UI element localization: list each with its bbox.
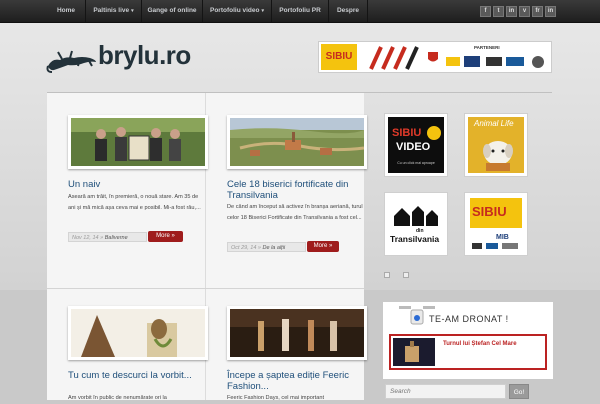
dronat-title: TE-AM DRONAT !	[429, 314, 509, 324]
post-title[interactable]: Începe a șaptea ediție Feeric Fashion...	[227, 370, 361, 392]
video-thumbnail	[393, 338, 435, 366]
nav-item-portofoliu-video[interactable]: Portofoliu video ▾	[203, 0, 272, 22]
dronat-link[interactable]: Turnul lui Ștefan Cel Mare	[443, 340, 535, 348]
twitter-icon[interactable]: t	[493, 6, 504, 17]
church-icon	[394, 206, 438, 226]
partners-banner[interactable]: SIBIU PARTENERI	[318, 41, 552, 73]
puppy-icon	[483, 141, 513, 171]
slider-dot[interactable]	[403, 272, 409, 278]
nav-item-despre[interactable]: Despre	[329, 0, 368, 22]
post-thumbnail[interactable]	[68, 115, 208, 169]
post-excerpt: Aseară am trăit, în premieră, o nouă sta…	[68, 194, 201, 211]
chevron-down-icon: ▾	[131, 8, 134, 14]
illustration-podium	[71, 309, 205, 357]
sibiu-logo: SIBIU	[321, 44, 357, 70]
tile-line1: SIBIU	[392, 127, 422, 139]
site-logo[interactable]: brylu.ro	[98, 40, 191, 71]
post-date: Nov 12, 14	[72, 235, 99, 241]
sidebar-ad-transilvania[interactable]: din Transilvania	[384, 192, 448, 256]
post-title[interactable]: Un naiv	[68, 179, 202, 190]
gecko-icon[interactable]	[46, 44, 98, 74]
post-excerpt: Feeric Fashion Days, cel mai important	[227, 395, 324, 401]
top-nav: Home Paltinis live ▾ Gange of online Port…	[0, 0, 600, 23]
post-category[interactable]: Baliverne	[105, 235, 128, 241]
post-title[interactable]: Cele 18 biserici fortificate din Transil…	[227, 179, 361, 201]
chevron-down-icon: ▾	[261, 8, 264, 14]
sidebar-ad-sibiu-video[interactable]: SIBIU VIDEO Cu un click mai aproape	[384, 113, 448, 177]
nav-item-paltinis-live[interactable]: Paltinis live ▾	[86, 0, 142, 22]
nav-item-gange-of-online[interactable]: Gange of online	[142, 0, 203, 22]
photo-fashion-show	[230, 309, 364, 357]
post-thumbnail[interactable]	[68, 306, 208, 360]
tile-line2: Transilvania	[390, 234, 440, 244]
row-divider	[47, 288, 364, 289]
search-input[interactable]	[385, 384, 506, 399]
slash-logo-icon	[369, 46, 419, 70]
sun-icon	[427, 126, 441, 140]
tile-line1: Animal Life	[474, 119, 514, 128]
partner-logos	[446, 56, 544, 68]
linkedin-icon[interactable]: in	[506, 6, 517, 17]
post-thumbnail[interactable]	[227, 115, 367, 169]
crest-icon	[428, 52, 438, 62]
post-excerpt: De când am început să activez în branșa …	[227, 204, 363, 221]
tile-line2: VIDEO	[396, 141, 431, 153]
nav-item-home[interactable]: Home	[47, 0, 86, 22]
slider-dot[interactable]	[384, 272, 390, 278]
search-button[interactable]: Go!	[509, 384, 529, 399]
dronat-item[interactable]: Turnul lui Ștefan Cel Mare	[389, 334, 547, 370]
tile-caption: Cu un click mai aproape	[397, 161, 435, 165]
facebook-icon[interactable]: f	[480, 6, 491, 17]
post-meta: Nov 12, 14 » Baliverne	[68, 232, 147, 242]
post-meta: Oct 29, 14 » De la alții	[227, 242, 306, 252]
vimeo-icon[interactable]: v	[519, 6, 530, 17]
post-category[interactable]: De la alții	[263, 245, 286, 251]
more-button[interactable]: More »	[148, 231, 183, 242]
dronat-widget: TE-AM DRONAT ! Turnul lui Ștefan Cel Mar…	[383, 302, 553, 379]
photo-group-of-men	[71, 118, 205, 166]
more-button[interactable]: More »	[307, 241, 339, 252]
linkedin-icon-2[interactable]: in	[545, 6, 556, 17]
nav-item-portofoliu-pr[interactable]: Portofoliu PR	[272, 0, 329, 22]
flickr-icon[interactable]: fr	[532, 6, 543, 17]
sidebar-ad-sibiu[interactable]: SIBIU MIB	[464, 192, 528, 256]
post-date: Oct 29, 14	[231, 245, 257, 251]
partners-label: PARTENERI	[474, 45, 500, 50]
sidebar-ad-animal-life[interactable]: Animal Life	[464, 113, 528, 177]
tile-line2: MIB	[496, 234, 509, 241]
post-thumbnail[interactable]	[227, 306, 367, 360]
post-excerpt: Am vorbit în public de nenumărate ori la	[68, 395, 167, 401]
partner-logos	[472, 243, 518, 249]
tile-line1: SIBIU	[472, 204, 507, 219]
post-title[interactable]: Tu cum te descurci la vorbit...	[68, 370, 202, 381]
photo-aerial-village	[230, 118, 364, 166]
